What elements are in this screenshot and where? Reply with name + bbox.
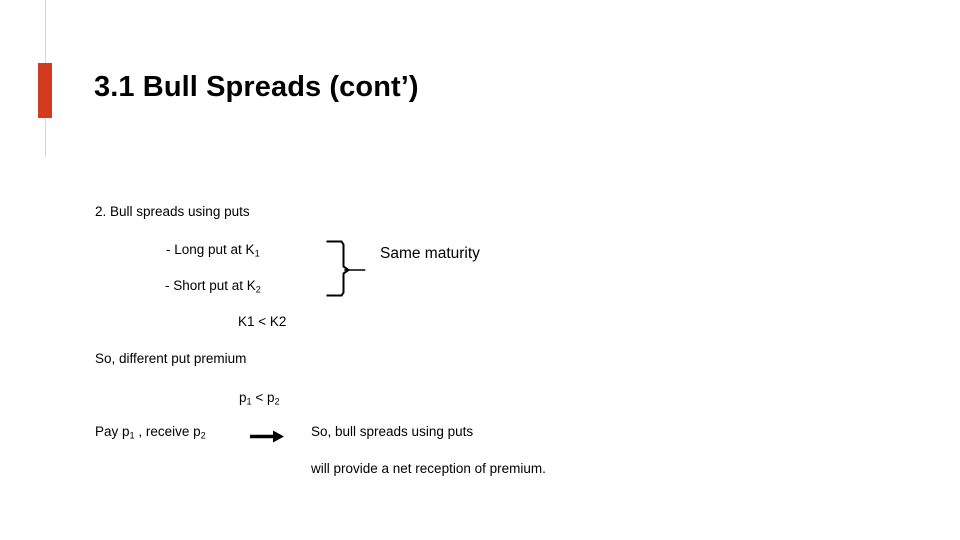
title-accent-bar [38, 63, 52, 118]
right-arrow-mark [250, 430, 284, 443]
list-item-long-put-label: - Long put at K [166, 242, 255, 257]
page-title: 3.1 Bull Spreads (cont’) [94, 71, 419, 103]
cashflow-statement: Pay p1 , receive p2 [95, 424, 206, 441]
premium-relation: p1 < p2 [239, 390, 280, 407]
cashflow-receive-subscript: 2 [200, 430, 206, 441]
conclusion-line-1: So, bull spreads using puts [311, 424, 474, 439]
different-premium-note: So, different put premium [95, 351, 247, 366]
list-item-short-put-subscript: 2 [255, 284, 261, 295]
curly-brace-mark [326, 240, 366, 297]
conclusion-line-2: will provide a net reception of premium. [311, 461, 546, 476]
list-item-long-put: - Long put at K1 [166, 242, 260, 259]
premium-relation-lhs: p [239, 390, 247, 405]
cashflow-pay-label: Pay p [95, 424, 130, 439]
premium-relation-operator: < [251, 390, 268, 405]
bullet-heading: 2. Bull spreads using puts [95, 204, 250, 219]
brace-annotation-same-maturity: Same maturity [380, 245, 480, 262]
strike-relation: K1 < K2 [238, 314, 287, 329]
premium-relation-rhs-subscript: 2 [274, 396, 280, 407]
slide-canvas: 3.1 Bull Spreads (cont’) 2. Bull spreads… [0, 0, 960, 540]
list-item-long-put-subscript: 1 [254, 248, 260, 259]
cashflow-receive-label: , receive p [134, 424, 201, 439]
list-item-short-put-label: - Short put at K [165, 278, 256, 293]
premium-relation-rhs: p [267, 390, 275, 405]
list-item-short-put: - Short put at K2 [165, 278, 261, 295]
